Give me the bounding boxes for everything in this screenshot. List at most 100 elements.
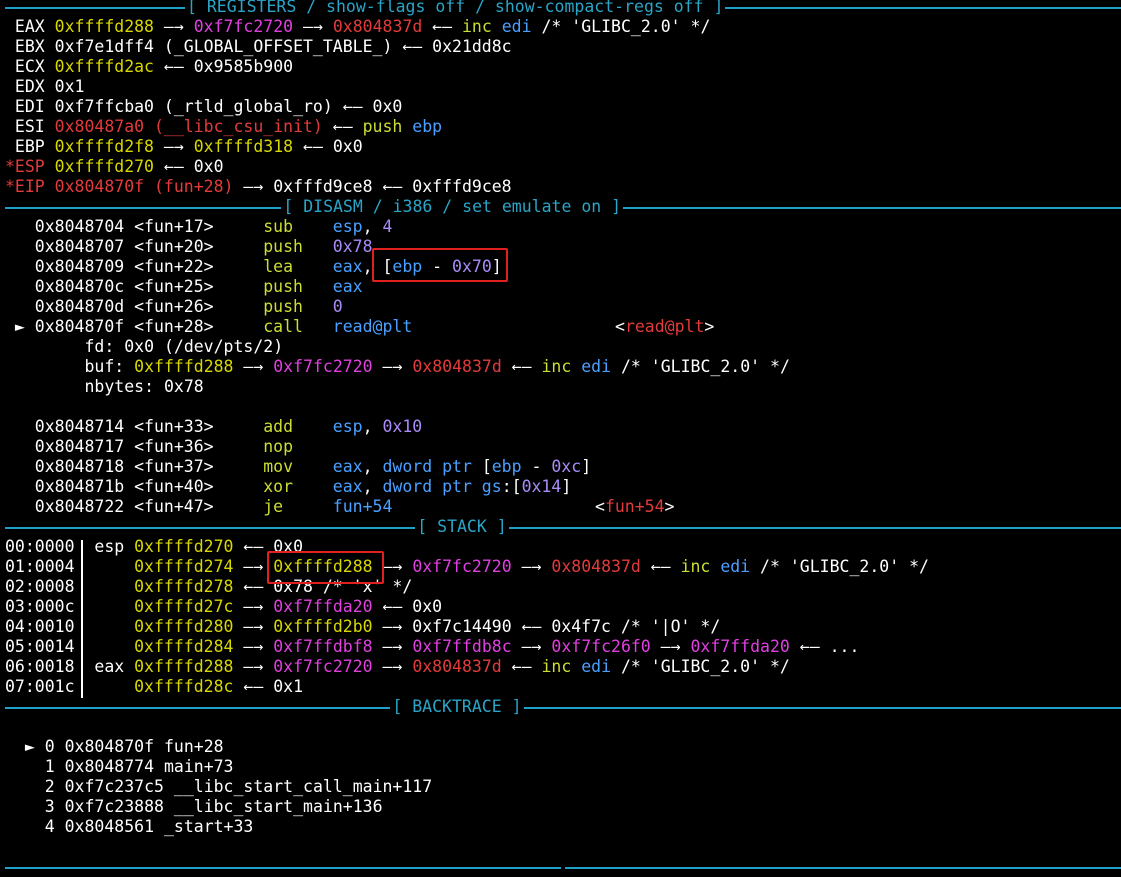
disasm-instruction: 0x804870d <fun+26> push 0 — [5, 297, 1121, 317]
register-value: ←— 0x0 — [293, 137, 363, 156]
stack-offset: 07:001c — [5, 677, 75, 696]
stack-value: —→ — [372, 637, 413, 656]
register-value: ←— 0x0 — [154, 157, 224, 176]
operand: , — [362, 457, 383, 476]
register-row: ECX 0xffffd2ac ←— 0x9585b900 — [5, 57, 1121, 77]
backtrace-frame: 1 0x8048774 main+73 — [5, 757, 1121, 777]
frame-marker — [15, 757, 45, 776]
stack-value: 0xffffd284 — [134, 637, 234, 656]
argument-value: /* 'GLIBC_2.0' */ — [611, 357, 790, 376]
register-name: *EIP — [5, 177, 45, 196]
angle: > — [704, 317, 715, 336]
instruction-address: 0x804870c — [34, 277, 125, 296]
current-marker — [5, 417, 35, 437]
pad — [5, 757, 15, 776]
instruction-symbol: <fun+47> — [134, 497, 214, 516]
stack-value: /* 'GLIBC_2.0' */ — [750, 557, 929, 576]
register-row: EDI 0xf7ffcba0 (_rtld_global_ro) ←— 0x0 — [5, 97, 1121, 117]
gdb-terminal[interactable]: [ REGISTERS / show-flags off / show-comp… — [5, 0, 1121, 877]
register-value: 0xffffd2ac — [54, 57, 154, 76]
register-value: 0xffffd270 — [54, 157, 154, 176]
instruction-operands: read@plt — [333, 317, 412, 337]
stack-offset: 04:0010 — [5, 617, 75, 636]
argument-label: fd: — [84, 337, 115, 356]
header-rule — [5, 526, 416, 529]
stack-offset: 00:0000 — [5, 537, 75, 556]
header-rule — [5, 706, 391, 709]
instruction-mnemonic: sub — [263, 217, 294, 236]
register-row: EDX 0x1 — [5, 77, 1121, 97]
operand: , — [362, 417, 383, 436]
argument-value: —→ — [233, 357, 274, 376]
instruction-mnemonic: push — [263, 297, 303, 316]
instruction-address: 0x8048717 — [34, 437, 125, 456]
register-value: 0xf7e1dff4 (_GLOBAL_OFFSET_TABLE_) ←— 0x… — [54, 37, 512, 56]
disasm-instruction: 0x8048714 <fun+33> add esp, 0x10 — [5, 417, 1121, 437]
stack-value: ←— 0x1 — [233, 677, 304, 696]
register-value: 0xffffd318 — [193, 137, 294, 156]
stack-value: 0xf7fc2720 — [412, 557, 512, 576]
argument-value: 0xffffd288 — [134, 357, 234, 376]
highlight-box — [372, 248, 508, 282]
branch-target: <read@plt> — [615, 317, 714, 337]
operand: eax — [332, 477, 363, 496]
register-row: EBX 0xf7e1dff4 (_GLOBAL_OFFSET_TABLE_) ←—… — [5, 37, 1121, 57]
register-value: 0xf7ffcba0 (_rtld_global_ro) ←— 0x0 — [54, 97, 403, 116]
stack-value: —→ — [233, 637, 274, 656]
operand: esp — [332, 217, 363, 236]
instruction-operands: 0x78 — [333, 237, 373, 257]
stack-value: 0xffffd278 — [134, 577, 234, 596]
pad — [5, 737, 15, 756]
stack-value: 0xffffd280 — [134, 617, 234, 636]
stack-row: 06:0018 eax 0xffffd288 —→ 0xf7fc2720 —→ 0x… — [5, 657, 1121, 677]
register-value: 0xf7fc2720 — [193, 17, 294, 36]
operand: 0x14 — [521, 477, 562, 496]
argument-value: ←— — [501, 357, 542, 376]
instruction-operands: eax, dword ptr [ebp - 0xc] — [333, 457, 591, 477]
instruction-symbol: <fun+20> — [134, 237, 214, 256]
operand: 0x78 — [332, 237, 373, 256]
register-value: push — [362, 117, 413, 136]
instruction-symbol: <fun+40> — [134, 477, 214, 496]
instruction-operands: 0 — [333, 297, 343, 317]
stack-offset: 01:0004 — [5, 557, 75, 576]
register-value: —→ — [154, 17, 194, 36]
instruction-address: 0x804870f — [34, 317, 125, 336]
stack-value: 0xffffd270 — [134, 537, 234, 556]
stack-value: 0xf7ffda20 — [690, 637, 790, 656]
instruction-symbol: <fun+36> — [134, 437, 214, 456]
argument-value: —→ — [372, 357, 413, 376]
current-marker — [5, 497, 35, 517]
disasm-instruction: 0x804871b <fun+40> xor eax, dword ptr gs:[0… — [5, 477, 1121, 497]
instruction-mnemonic: lea — [263, 257, 294, 276]
register-name: *ESP — [5, 157, 45, 176]
instruction-symbol: <fun+28> — [134, 317, 214, 336]
instruction-address: 0x8048718 — [34, 457, 125, 476]
section-title: [ BACKTRACE ] — [392, 697, 522, 716]
instruction-operands: eax, dword ptr gs:[0x14] — [333, 477, 571, 497]
stack-value: 0xffffd27c — [134, 597, 234, 616]
register-value: 0xffffd2f8 — [54, 137, 154, 156]
header-rule — [5, 6, 185, 9]
instruction-operands: eax — [333, 277, 363, 297]
backtrace-frame: 3 0xf7c23888 __libc_start_main+136 — [5, 797, 1121, 817]
register-value: 0xffffd288 — [54, 17, 154, 36]
current-marker — [5, 437, 35, 457]
operand: esp — [332, 417, 363, 436]
stack-value: —→ — [233, 597, 274, 616]
frame-marker: ► — [14, 737, 45, 756]
register-name: EAX — [5, 17, 45, 36]
stack-value: edi — [581, 657, 612, 676]
operand: ] — [581, 457, 592, 476]
section-title: [ STACK ] — [417, 517, 507, 536]
pad — [5, 797, 15, 816]
stack-value: 0x804837d — [412, 657, 502, 676]
angle: < — [615, 317, 625, 336]
stack-value: inc — [680, 557, 721, 576]
disasm-instruction: ► 0x804870f <fun+28> call read@plt <read@plt… — [5, 317, 1121, 337]
register-row: ESI 0x80487a0 (__libc_csu_init) ←— push e… — [5, 117, 1121, 137]
operand: ] — [561, 477, 572, 496]
frame-text: 2 0xf7c237c5 __libc_start_call_main+117 — [44, 777, 433, 796]
backtrace-header: [ BACKTRACE ] — [5, 697, 1121, 717]
current-marker — [5, 457, 35, 477]
